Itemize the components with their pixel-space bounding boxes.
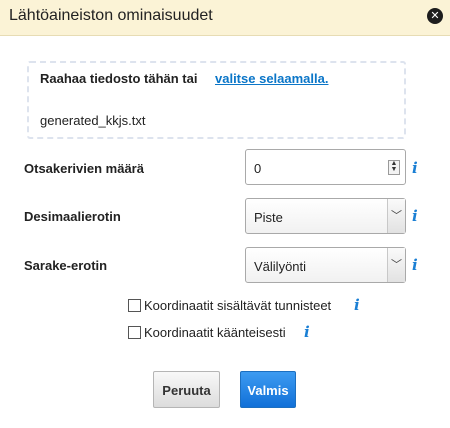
chevron-down-icon[interactable]: ﹀ [387,248,405,282]
column-separator-info-icon[interactable]: i [412,256,418,274]
chevron-down-icon[interactable]: ﹀ [387,199,405,233]
column-separator-select[interactable]: Välilyönti ﹀ [245,247,406,283]
decimal-separator-info-icon[interactable]: i [412,207,418,225]
coordinates-reverse-label: Koordinaatit käänteisesti [144,325,286,340]
coordinates-reverse-info-icon[interactable]: i [304,323,310,341]
column-separator-label: Sarake-erotin [24,258,108,273]
done-button[interactable]: Valmis [240,371,296,408]
decimal-separator-value: Piste [254,210,283,225]
drop-instructions: Raahaa tiedosto tähän tai [40,71,198,86]
cancel-button[interactable]: Peruuta [153,371,220,408]
dialog-titlebar: Lähtöaineiston ominaisuudet ✕ [0,0,450,36]
selected-file-name: generated_kkjs.txt [40,113,146,128]
decimal-separator-label: Desimaalierotin [24,209,121,224]
header-rows-info-icon[interactable]: i [412,159,418,177]
coordinates-reverse-checkbox[interactable] [128,326,141,339]
header-rows-input[interactable]: 0 ▲ ▼ [245,149,406,185]
header-rows-label: Otsakerivien määrä [24,161,144,176]
import-properties-dialog: Lähtöaineiston ominaisuudet ✕ Raahaa tie… [0,0,450,428]
coordinates-ids-label: Koordinaatit sisältävät tunnisteet [144,298,332,313]
coordinates-ids-checkbox[interactable] [128,299,141,312]
dialog-title: Lähtöaineiston ominaisuudet [9,7,213,24]
file-drop-zone[interactable]: Raahaa tiedosto tähän tai valitse selaam… [27,61,406,139]
browse-file-link[interactable]: valitse selaamalla. [215,72,328,86]
column-separator-value: Välilyönti [254,259,307,274]
close-icon[interactable]: ✕ [427,8,443,24]
spinner-down-icon[interactable]: ▼ [389,166,399,173]
decimal-separator-select[interactable]: Piste ﹀ [245,198,406,234]
number-spinner[interactable]: ▲ ▼ [388,160,400,175]
header-rows-value: 0 [254,161,262,176]
coordinates-ids-info-icon[interactable]: i [354,296,360,314]
